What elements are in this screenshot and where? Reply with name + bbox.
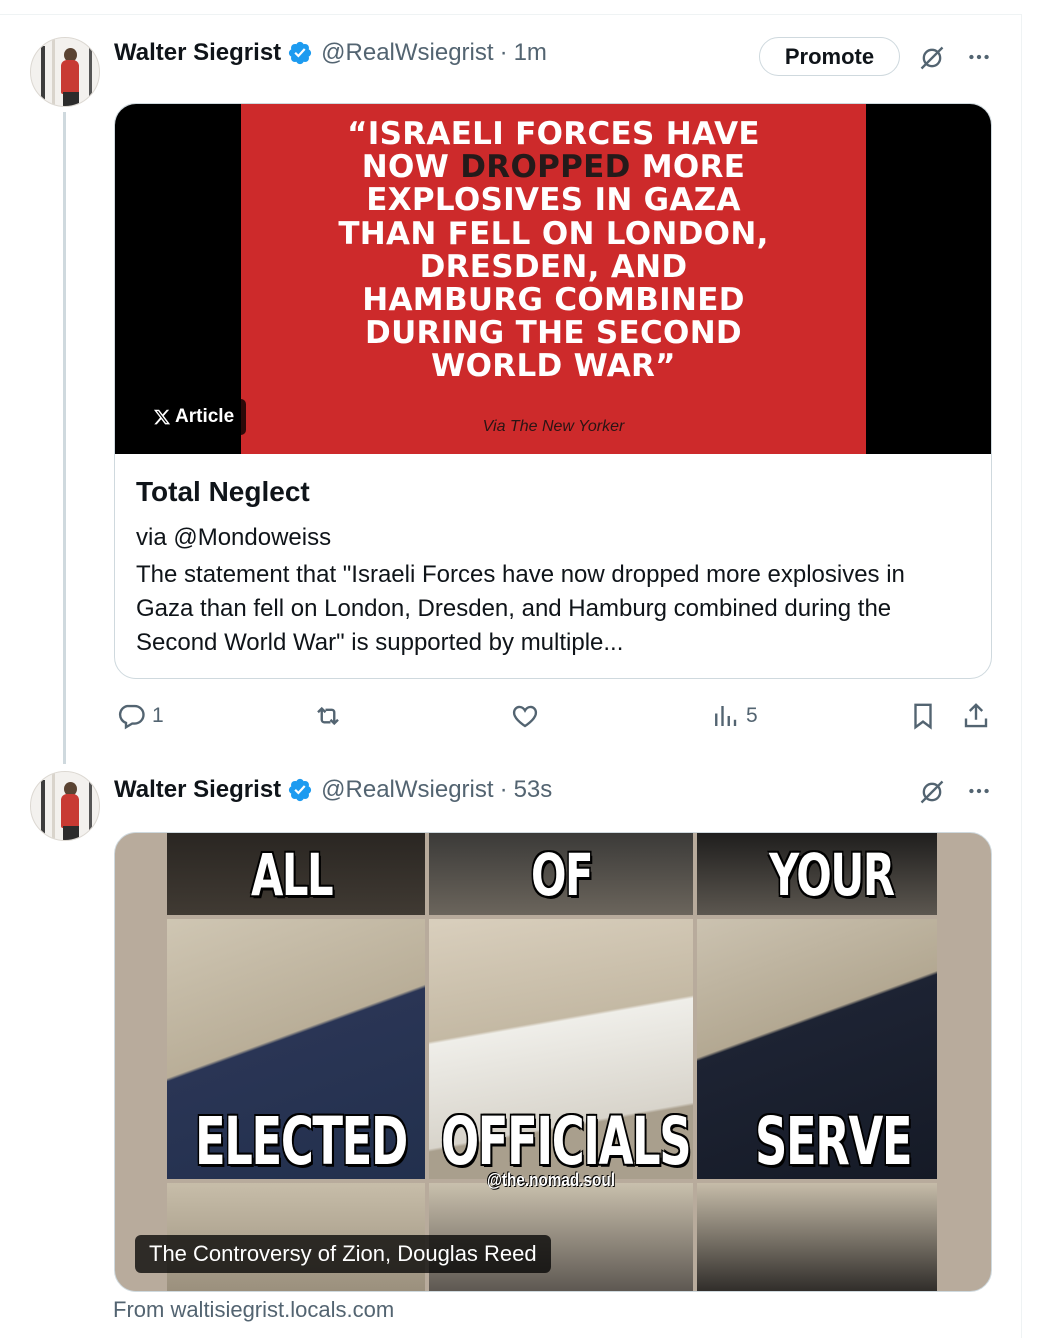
views-count: 5 xyxy=(746,704,758,727)
share-icon xyxy=(964,703,988,728)
meme-word-bottom: SERVE xyxy=(755,1103,912,1180)
quote-text: “ISRAELI FORCES HAVE NOW DROPPED MORE EX… xyxy=(338,116,769,385)
quote-graphic: “ISRAELI FORCES HAVE NOW DROPPED MORE EX… xyxy=(241,104,866,454)
quote-credit: Via The New Yorker xyxy=(482,418,625,435)
meme-word-bottom: ELECTED xyxy=(195,1103,408,1180)
x-logo-icon xyxy=(153,409,171,425)
more-icon[interactable] xyxy=(962,774,996,808)
promote-button[interactable]: Promote xyxy=(759,37,900,76)
reply-count: 1 xyxy=(152,704,164,727)
meme-image[interactable]: ALL OF YOUR ELECTED OFFICIALS SERVE @the… xyxy=(114,832,992,1292)
tweet-timestamp[interactable]: 1m xyxy=(514,39,547,67)
like-icon xyxy=(512,705,538,728)
like-button[interactable] xyxy=(510,701,540,731)
media-caption: The Controversy of Zion, Douglas Reed xyxy=(135,1235,551,1273)
grok-icon[interactable] xyxy=(914,40,950,76)
tweet-header: Walter Siegrist @RealWsiegrist · 1m xyxy=(114,38,547,68)
thread-connector-line xyxy=(63,112,66,764)
author-name[interactable]: Walter Siegrist xyxy=(114,776,281,804)
article-card[interactable]: “ISRAELI FORCES HAVE NOW DROPPED MORE EX… xyxy=(114,103,992,679)
grok-icon[interactable] xyxy=(914,774,950,810)
more-icon[interactable] xyxy=(962,40,996,74)
meme-watermark: @the.nomad.soul xyxy=(487,1170,615,1190)
meme-word-bottom: OFFICIALS xyxy=(441,1103,692,1180)
tweet-header: Walter Siegrist @RealWsiegrist · 53s xyxy=(114,775,552,805)
reply-button[interactable]: 1 xyxy=(116,701,164,731)
author-handle[interactable]: @RealWsiegrist xyxy=(321,776,493,804)
verified-badge-icon[interactable] xyxy=(287,40,313,66)
meme-grid: ALL OF YOUR ELECTED OFFICIALS SERVE @the… xyxy=(167,833,937,1291)
author-name[interactable]: Walter Siegrist xyxy=(114,39,281,67)
retweet-icon xyxy=(317,706,339,726)
meme-word-top: ALL xyxy=(251,841,334,909)
article-badge: Article xyxy=(141,399,247,435)
bookmark-button[interactable] xyxy=(908,701,938,731)
source-link[interactable]: From waltisiegrist.locals.com xyxy=(113,1297,394,1323)
bookmark-icon xyxy=(914,703,932,730)
share-button[interactable] xyxy=(961,701,991,731)
meme-word-top: OF xyxy=(531,841,594,909)
article-image: “ISRAELI FORCES HAVE NOW DROPPED MORE EX… xyxy=(115,104,991,454)
verified-badge-icon[interactable] xyxy=(287,777,313,803)
author-handle[interactable]: @RealWsiegrist xyxy=(321,39,493,67)
views-button[interactable]: 5 xyxy=(710,701,758,731)
article-source: via @Mondoweiss xyxy=(136,524,332,551)
reply-icon xyxy=(118,704,145,730)
author-avatar[interactable] xyxy=(30,771,100,841)
author-avatar[interactable] xyxy=(30,37,100,107)
views-icon xyxy=(715,706,737,726)
separator-dot: · xyxy=(499,39,508,66)
meme-word-top: YOUR xyxy=(769,841,895,909)
separator-dot: · xyxy=(499,776,508,803)
tweet-timestamp[interactable]: 53s xyxy=(514,776,553,804)
article-title: Total Neglect xyxy=(136,476,310,507)
article-description: The statement that "Israeli Forces have … xyxy=(136,561,905,656)
retweet-button[interactable] xyxy=(312,701,344,731)
